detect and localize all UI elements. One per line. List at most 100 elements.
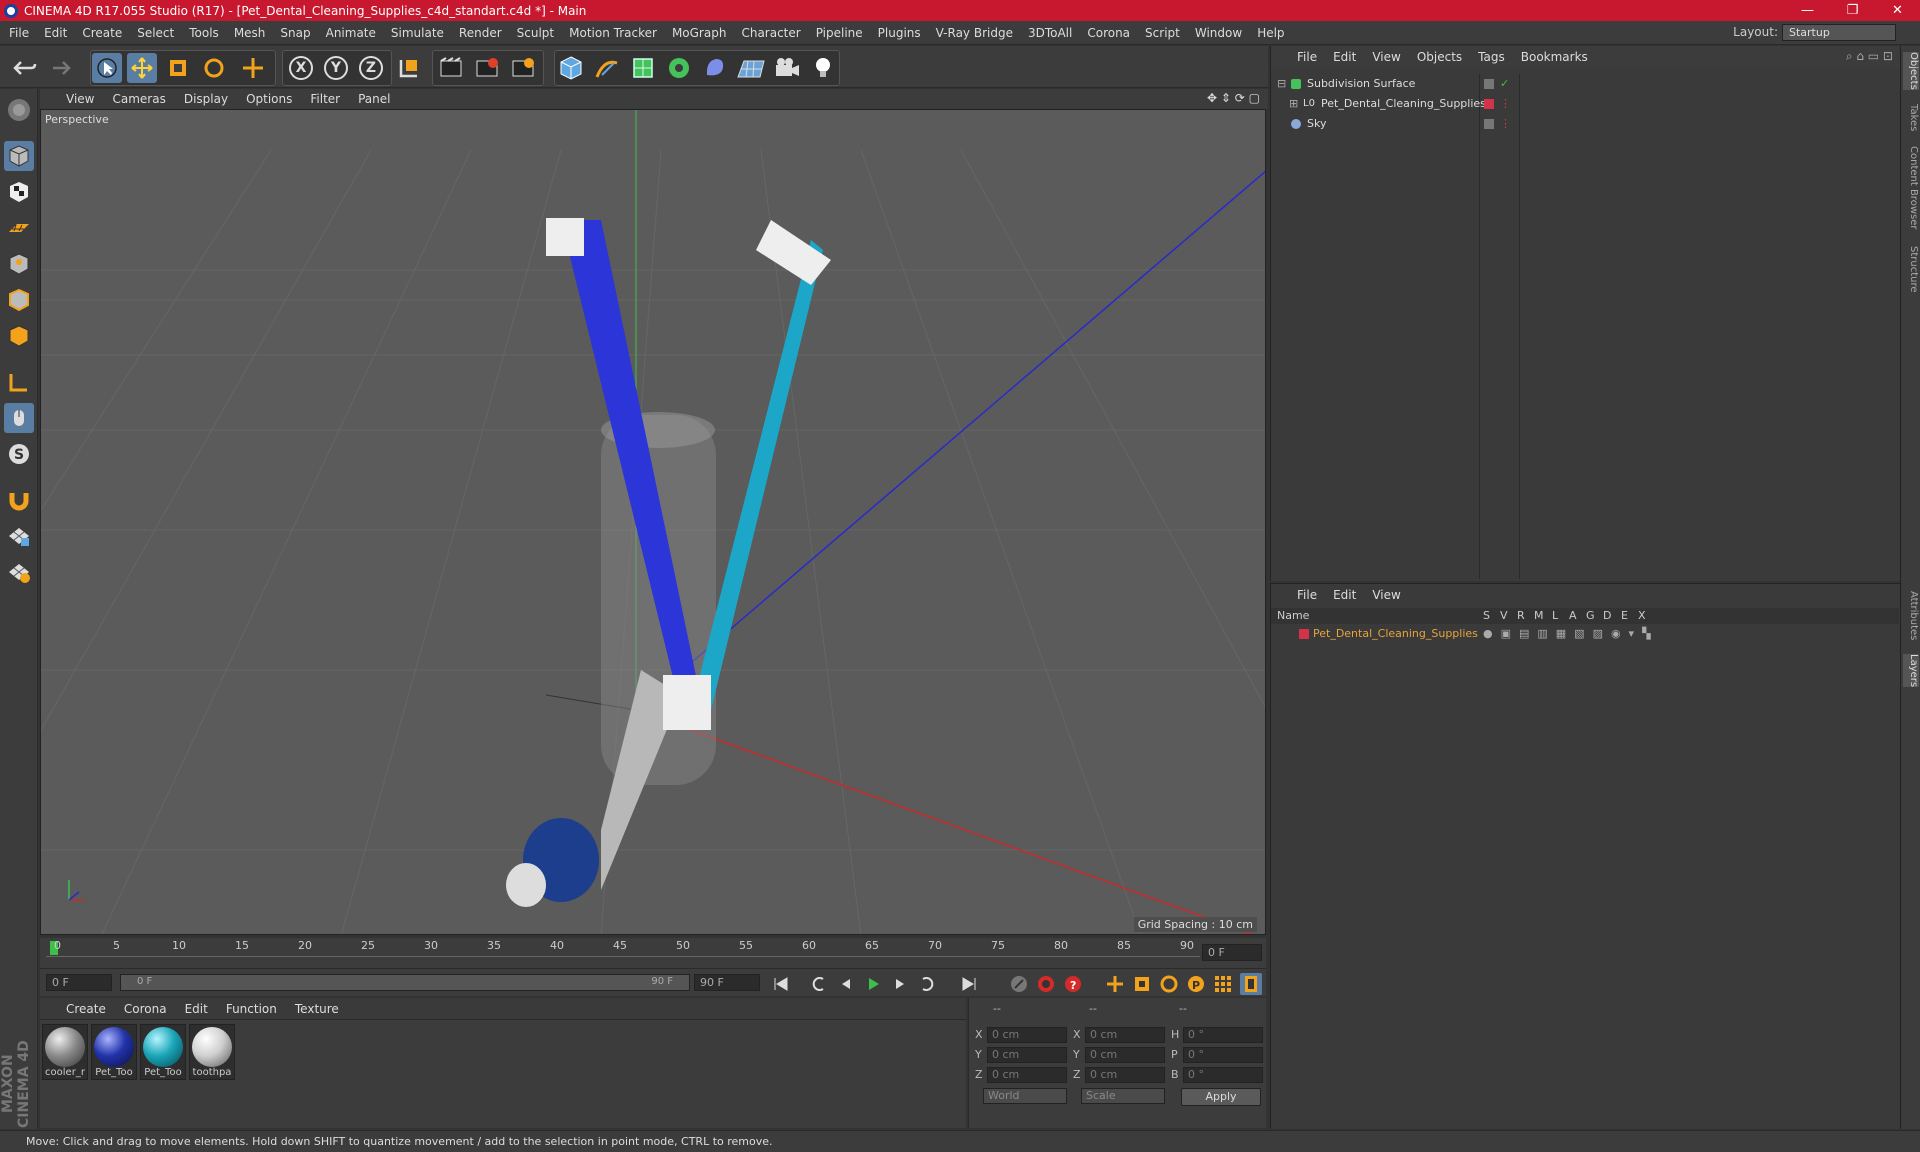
go-to-end-icon[interactable] <box>958 973 980 995</box>
layer-color-icon[interactable] <box>1299 629 1309 639</box>
cube-icon[interactable] <box>556 53 586 83</box>
viewport-menu-view[interactable]: View <box>66 92 94 106</box>
obj-menu-bookmarks[interactable]: Bookmarks <box>1521 50 1588 64</box>
position-z-field[interactable]: 0 cm <box>987 1067 1067 1083</box>
menu-character[interactable]: Character <box>741 26 800 40</box>
z-axis-icon[interactable]: Z <box>356 53 386 83</box>
pen-icon[interactable] <box>592 53 622 83</box>
viewport-menu-panel[interactable]: Panel <box>358 92 390 106</box>
obj-menu-file[interactable]: File <box>1297 50 1317 64</box>
position-x-field[interactable]: 0 cm <box>987 1027 1067 1043</box>
viewport-menu-filter[interactable]: Filter <box>310 92 340 106</box>
menu-mesh[interactable]: Mesh <box>234 26 266 40</box>
current-frame-field[interactable]: 0 F <box>46 974 112 991</box>
maximize-button[interactable]: ❐ <box>1830 0 1875 21</box>
undo-icon[interactable] <box>10 53 40 83</box>
menu-file[interactable]: File <box>9 26 29 40</box>
world-coords-icon[interactable] <box>394 53 424 83</box>
layer-col-m[interactable]: M <box>1534 609 1544 622</box>
layer-toggles-icon[interactable]: ●▣▤▥▦▧▨◉▾▚ <box>1483 627 1659 640</box>
rotation-p-field[interactable]: 0 ° <box>1183 1047 1263 1063</box>
frame-range-slider[interactable]: 0 F 90 F <box>120 974 690 991</box>
apply-button[interactable]: Apply <box>1181 1088 1261 1106</box>
obj-menu-view[interactable]: View <box>1372 50 1400 64</box>
viewport-menu-options[interactable]: Options <box>246 92 292 106</box>
layer-menu-view[interactable]: View <box>1372 588 1400 602</box>
tab-structure[interactable]: Structure <box>1903 246 1919 293</box>
layer-col-r[interactable]: R <box>1517 609 1525 622</box>
texture-mode-icon[interactable] <box>4 177 34 207</box>
rotation-b-field[interactable]: 0 ° <box>1183 1067 1263 1083</box>
layer-col-x[interactable]: X <box>1638 609 1646 622</box>
viewport-menu-display[interactable]: Display <box>184 92 228 106</box>
layer-menu-edit[interactable]: Edit <box>1333 588 1356 602</box>
render-picture-icon[interactable] <box>472 53 502 83</box>
menu-tools[interactable]: Tools <box>189 26 219 40</box>
visibility-toggle-icon[interactable] <box>1484 119 1494 129</box>
layer-col-s[interactable]: S <box>1483 609 1490 622</box>
model-mode-icon[interactable] <box>4 141 34 171</box>
expand-icon[interactable]: ⊞ <box>1289 94 1298 114</box>
layer-color-icon[interactable] <box>1484 99 1494 109</box>
key-parameter-icon[interactable]: P <box>1185 973 1207 995</box>
cloner-icon[interactable] <box>664 53 694 83</box>
make-editable-icon[interactable] <box>4 95 34 125</box>
visibility-dots-icon[interactable]: ⋮ <box>1500 94 1511 114</box>
tab-objects[interactable]: Objects <box>1903 52 1919 90</box>
timeline-ruler[interactable]: 0 5 10 15 20 25 30 35 40 45 50 55 60 65 … <box>40 938 1266 968</box>
autokey-icon[interactable] <box>1035 973 1057 995</box>
render-view-icon[interactable] <box>436 53 466 83</box>
key-pla-icon[interactable] <box>1212 973 1234 995</box>
material-menu-texture[interactable]: Texture <box>295 1002 339 1016</box>
obj-menu-objects[interactable]: Objects <box>1417 50 1462 64</box>
keyframe-selection-icon[interactable]: ? <box>1062 973 1084 995</box>
previous-key-icon[interactable] <box>808 973 830 995</box>
viewport-nav-icon[interactable]: ✥ ⇕ ⟳ ▢ <box>1207 91 1260 105</box>
material-swatch[interactable]: Pet_Too <box>140 1024 186 1080</box>
light-icon[interactable] <box>808 53 838 83</box>
layer-col-e[interactable]: E <box>1621 609 1628 622</box>
size-x-field[interactable]: 0 cm <box>1085 1027 1165 1043</box>
key-scale-icon[interactable] <box>1131 973 1153 995</box>
obj-manager-tools-icon[interactable]: ⌕ ⌂ ▭ ⊡ <box>1846 49 1893 64</box>
workplane-icon[interactable] <box>4 213 34 243</box>
menu-window[interactable]: Window <box>1195 26 1242 40</box>
visibility-toggle-icon[interactable] <box>1484 79 1494 89</box>
tab-layers[interactable]: Layers <box>1903 654 1919 688</box>
material-swatch[interactable]: Pet_Too <box>91 1024 137 1080</box>
menu-pipeline[interactable]: Pipeline <box>816 26 863 40</box>
snap-settings-icon[interactable] <box>4 557 34 587</box>
material-menu-corona[interactable]: Corona <box>124 1002 167 1016</box>
record-keys-icon[interactable] <box>1008 973 1030 995</box>
visibility-dots-icon[interactable]: ⋮ <box>1500 114 1511 134</box>
key-position-icon[interactable] <box>1104 973 1126 995</box>
menu-sculpt[interactable]: Sculpt <box>517 26 554 40</box>
object-row-pet-dental[interactable]: ⊞ L0 Pet_Dental_Cleaning_Supplies ⋮ <box>1271 94 1899 114</box>
snap-grid-icon[interactable] <box>4 521 34 551</box>
material-menu-edit[interactable]: Edit <box>185 1002 208 1016</box>
move-icon[interactable] <box>127 53 157 83</box>
floor-icon[interactable] <box>736 53 766 83</box>
menu-create[interactable]: Create <box>82 26 122 40</box>
magnet-icon[interactable] <box>4 485 34 515</box>
layer-col-l[interactable]: L <box>1552 609 1558 622</box>
rotation-h-field[interactable]: 0 ° <box>1183 1027 1263 1043</box>
menu-3dtoall[interactable]: 3DToAll <box>1028 26 1072 40</box>
edges-mode-icon[interactable] <box>4 285 34 315</box>
points-mode-icon[interactable] <box>4 249 34 279</box>
layer-menu-file[interactable]: File <box>1297 588 1317 602</box>
size-y-field[interactable]: 0 cm <box>1085 1047 1165 1063</box>
world-select[interactable]: World <box>983 1088 1067 1104</box>
layout-select[interactable]: Startup <box>1782 24 1896 41</box>
render-settings-icon[interactable] <box>508 53 538 83</box>
pointer-icon[interactable] <box>92 53 122 83</box>
menu-select[interactable]: Select <box>137 26 174 40</box>
subdivision-icon[interactable] <box>628 53 658 83</box>
layer-row[interactable]: Pet_Dental_Cleaning_Supplies ●▣▤▥▦▧▨◉▾▚ <box>1271 626 1899 642</box>
object-row-sky[interactable]: Sky ⋮ <box>1271 114 1899 134</box>
deformer-icon[interactable] <box>700 53 730 83</box>
end-frame-field[interactable]: 90 F <box>694 974 760 991</box>
layer-col-v[interactable]: V <box>1500 609 1508 622</box>
tab-content-browser[interactable]: Content Browser <box>1903 146 1919 229</box>
redo-icon[interactable] <box>44 53 74 83</box>
